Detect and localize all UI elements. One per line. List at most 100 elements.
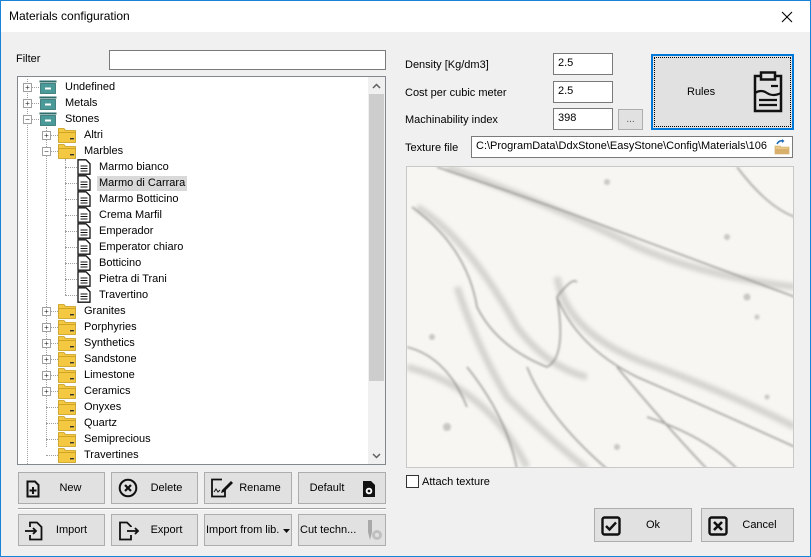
tree-connector-line — [46, 423, 58, 424]
cut-techn-label: Cut techn... — [300, 524, 357, 536]
tree-item[interactable]: Marmo di Carrara — [77, 175, 188, 191]
tree-item[interactable]: Semiprecious — [58, 431, 153, 447]
tree-item[interactable]: Marmo Botticino — [77, 191, 180, 207]
tree-item[interactable]: Travertines — [58, 447, 141, 463]
tree-item[interactable]: Synthetics — [58, 335, 137, 351]
folder-icon — [58, 335, 78, 351]
import-button-label: Import — [55, 524, 88, 536]
folder-icon — [58, 367, 78, 383]
export-button[interactable]: Export — [111, 514, 198, 546]
tree-item-label: Travertino — [99, 288, 149, 301]
tree-item[interactable]: Onyxes — [58, 399, 123, 415]
tree-item[interactable]: Quartz — [58, 415, 119, 431]
new-button[interactable]: New — [18, 472, 105, 504]
tree-item-label: Ceramics — [84, 384, 131, 397]
machinability-browse-button[interactable]: ... — [618, 109, 643, 130]
delete-button[interactable]: Delete — [111, 472, 198, 504]
tree-connector-line — [27, 79, 28, 464]
tree-item-label: Pietra di Trani — [99, 272, 167, 285]
tree-item[interactable]: Sandstone — [58, 351, 139, 367]
button-row-separator — [18, 508, 386, 510]
tree-item[interactable]: Crema Marfil — [77, 207, 164, 223]
filter-input[interactable] — [109, 50, 386, 70]
attach-texture-checkbox[interactable] — [406, 475, 419, 488]
tree-item[interactable]: Porphyries — [58, 319, 139, 335]
texture-file-input[interactable]: C:\ProgramData\DdxStone\EasyStone\Config… — [471, 136, 793, 158]
ok-button[interactable]: Ok — [594, 508, 692, 542]
expand-node-button[interactable]: + — [23, 83, 32, 92]
close-button[interactable] — [764, 1, 810, 32]
scroll-thumb[interactable] — [369, 94, 384, 381]
tree-connector-line — [65, 183, 77, 184]
expand-node-button[interactable]: + — [23, 99, 32, 108]
machinability-input[interactable]: 398 — [553, 108, 613, 130]
tree-item[interactable]: Undefined — [39, 79, 117, 95]
tree-item[interactable]: Marbles — [58, 143, 125, 159]
import-button[interactable]: Import — [18, 514, 105, 546]
tree-item[interactable]: Metals — [39, 95, 99, 111]
tree-item[interactable]: Stones — [39, 111, 101, 127]
materials-tree[interactable]: + Undefined + Metals − Stones + Altri − Marbles Ma… — [17, 76, 386, 465]
open-folder-button[interactable] — [771, 138, 791, 156]
rules-button[interactable]: Rules — [651, 54, 794, 130]
folder-icon — [58, 127, 78, 143]
tree-item[interactable]: Granites — [58, 303, 128, 319]
tree-connector-line — [65, 199, 77, 200]
tree-item[interactable]: Marmo bianco — [77, 159, 171, 175]
tree-connector-line — [46, 127, 47, 447]
density-input[interactable]: 2.5 — [553, 53, 613, 75]
tree-scrollbar[interactable] — [368, 77, 385, 464]
window-title: Materials configuration — [9, 9, 130, 23]
scroll-down-button[interactable] — [368, 447, 385, 464]
export-button-label: Export — [150, 524, 183, 536]
tree-item-label: Crema Marfil — [99, 208, 162, 221]
expand-node-button[interactable]: + — [42, 371, 51, 380]
expand-node-button[interactable]: + — [42, 307, 51, 316]
expand-node-button[interactable]: + — [42, 387, 51, 396]
tree-item[interactable]: Emperator chiaro — [77, 239, 185, 255]
cancel-button[interactable]: Cancel — [701, 508, 794, 542]
document-icon — [77, 223, 93, 239]
tree-item[interactable]: Ceramics — [58, 383, 132, 399]
title-bar: Materials configuration — [1, 1, 810, 32]
cost-label: Cost per cubic meter — [405, 87, 507, 99]
category-icon — [39, 96, 59, 110]
cut-technology-button[interactable]: Cut techn... — [298, 514, 386, 546]
expand-node-button[interactable]: + — [42, 323, 51, 332]
expand-node-button[interactable]: + — [42, 131, 51, 140]
cutting-tool-gear-icon — [368, 520, 382, 540]
tree-item-label: Marmo Botticino — [99, 192, 179, 205]
default-button[interactable]: Default — [298, 472, 386, 504]
rename-button[interactable]: Rename — [204, 472, 292, 504]
document-icon — [77, 159, 93, 175]
tree-item[interactable]: Pietra di Trani — [77, 271, 169, 287]
tree-connector-line — [65, 279, 77, 280]
expand-node-button[interactable]: + — [42, 355, 51, 364]
attach-texture-label[interactable]: Attach texture — [422, 476, 490, 488]
collapse-node-button[interactable]: − — [23, 115, 32, 124]
folder-icon — [58, 303, 78, 319]
expand-node-button[interactable]: + — [42, 339, 51, 348]
tree-connector-line — [65, 215, 77, 216]
chevron-down-icon — [372, 452, 381, 459]
tree-item[interactable]: Limestone — [58, 367, 137, 383]
folder-icon — [58, 447, 78, 463]
tree-item[interactable]: Altri — [58, 127, 105, 143]
document-icon — [77, 239, 93, 255]
scroll-up-button[interactable] — [368, 77, 385, 94]
default-button-label: Default — [309, 482, 345, 494]
import-from-lib-dropdown[interactable]: Import from lib. — [204, 514, 292, 546]
tree-item-label: Undefined — [65, 80, 116, 93]
delete-button-label: Delete — [150, 482, 183, 494]
cost-input[interactable]: 2.5 — [553, 81, 613, 103]
tree-connector-line — [46, 439, 58, 440]
browse-button-label: ... — [626, 114, 635, 125]
tree-item[interactable]: Emperador — [77, 223, 155, 239]
tree-connector-line — [65, 295, 77, 296]
tree-item-label: Marbles — [84, 144, 124, 157]
rules-button-label: Rules — [687, 86, 716, 98]
tree-item[interactable]: Travertino — [77, 287, 150, 303]
tree-item[interactable]: Botticino — [77, 255, 143, 271]
tree-item-label: Onyxes — [84, 400, 122, 413]
collapse-node-button[interactable]: − — [42, 147, 51, 156]
